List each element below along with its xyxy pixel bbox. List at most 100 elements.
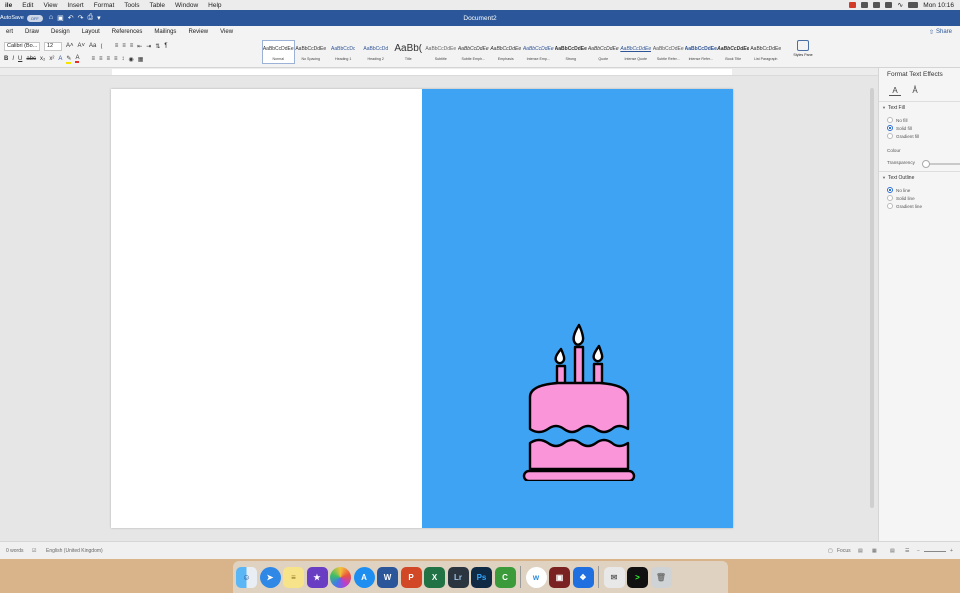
battery-icon[interactable] — [908, 2, 919, 8]
web-layout-view-icon[interactable]: ▦ — [872, 548, 877, 554]
camera-icon[interactable] — [861, 2, 869, 8]
fill-option-solid-fill[interactable]: Solid fill — [887, 125, 912, 131]
clear-formatting-icon[interactable]: ⟨ — [100, 43, 102, 50]
excel-icon[interactable]: X — [424, 566, 445, 588]
style-list-paragraph[interactable]: AaBbCcDdEe List Paragraph — [750, 40, 783, 64]
multilevel-list-icon[interactable]: ≡ — [130, 43, 134, 49]
line-spacing-icon[interactable]: ↕ — [122, 56, 125, 62]
language-indicator[interactable]: English (United Kingdom) — [46, 548, 103, 554]
tab-insert[interactable]: ert — [0, 29, 19, 35]
grow-font-icon[interactable]: A˄ — [66, 43, 74, 49]
powerpoint-icon[interactable]: P — [400, 566, 422, 588]
increase-indent-icon[interactable]: ⇥ — [146, 43, 151, 50]
radio-no-line[interactable] — [887, 187, 893, 193]
zoom-slider[interactable] — [924, 551, 946, 552]
tab-view[interactable]: View — [214, 29, 239, 35]
menu-view[interactable]: View — [38, 2, 62, 9]
radio-solid-fill[interactable] — [887, 125, 893, 131]
wifi-icon[interactable]: ∿ — [897, 1, 903, 9]
tab-references[interactable]: References — [106, 29, 149, 35]
styles-pane-button[interactable]: Styles Pane — [791, 40, 815, 66]
mail-doc-icon[interactable]: ✉ — [603, 566, 625, 588]
italic-icon[interactable]: I — [12, 56, 14, 62]
wunderlist-icon[interactable]: w — [525, 566, 547, 588]
display-icon[interactable] — [873, 2, 881, 8]
justify-icon[interactable]: ≡ — [114, 56, 118, 62]
radio-solid-line[interactable] — [887, 195, 893, 201]
terminal-icon[interactable]: > — [627, 566, 648, 588]
photos-icon[interactable] — [330, 566, 351, 588]
focus-icon[interactable]: ▢ — [828, 548, 833, 554]
radio-gradient-line[interactable] — [887, 203, 893, 209]
align-left-icon[interactable]: ≡ — [91, 56, 95, 62]
style-title[interactable]: AaBb(Title — [392, 40, 425, 64]
safari-icon[interactable]: ➤ — [259, 566, 281, 588]
align-center-icon[interactable]: ≡ — [99, 56, 103, 62]
fill-option-no-fill[interactable]: No fill — [887, 117, 908, 123]
sort-icon[interactable]: ⇅ — [155, 43, 160, 50]
style-book-title[interactable]: AaBbCcDdEe Book Title — [717, 40, 750, 64]
recording-icon[interactable] — [849, 2, 857, 8]
app-store-icon[interactable]: A — [353, 566, 375, 588]
home-icon[interactable]: ⌂ — [49, 14, 53, 22]
customize-chevron-icon[interactable]: ▾ — [97, 14, 101, 22]
zoom-out-icon[interactable]: − — [917, 548, 920, 554]
transparency-slider-knob[interactable] — [922, 160, 930, 168]
horizontal-ruler[interactable] — [0, 68, 878, 76]
radio-gradient-fill[interactable] — [887, 133, 893, 139]
camtasia-icon[interactable]: C — [494, 566, 516, 588]
outline-view-icon[interactable]: ☰ — [905, 548, 909, 554]
menu-table[interactable]: Table — [144, 2, 170, 9]
trash-icon[interactable]: 🗑 — [650, 566, 672, 588]
menu-tools[interactable]: Tools — [119, 2, 144, 9]
menu-edit[interactable]: Edit — [17, 2, 38, 9]
outline-option-solid-line[interactable]: Solid line — [887, 195, 915, 201]
tab-draw[interactable]: Draw — [19, 29, 45, 35]
style-intense-quote[interactable]: AaBbCcDdEe Intense Quote — [620, 40, 653, 64]
redo-icon[interactable]: ↷ — [78, 14, 84, 22]
outline-option-gradient-line[interactable]: Gradient line — [887, 203, 922, 209]
bold-icon[interactable]: B — [4, 56, 8, 62]
align-right-icon[interactable]: ≡ — [106, 56, 110, 62]
highlight-icon[interactable]: ✎ — [66, 55, 72, 64]
clock[interactable]: Mon 10:16 — [923, 2, 954, 9]
imovie-icon[interactable]: ★ — [306, 566, 328, 588]
style-subtle-emphasis[interactable]: AaBbCcDdEe Subtle Emph... — [457, 40, 490, 64]
vertical-scrollbar[interactable] — [868, 78, 876, 540]
finder-icon[interactable]: ☺ — [236, 566, 257, 588]
print-layout-view-icon[interactable]: ▤ — [858, 548, 863, 554]
tab-design[interactable]: Design — [45, 29, 76, 35]
fill-option-gradient-fill[interactable]: Gradient fill — [887, 133, 919, 139]
text-fill-outline-tab-icon[interactable]: A — [889, 86, 901, 96]
style-quote[interactable]: AaBbCcDdEe Quote — [587, 40, 620, 64]
word-icon[interactable]: W — [377, 566, 398, 588]
style-heading-1[interactable]: AaBbCcDc Heading 1 — [327, 40, 360, 64]
outline-option-no-line[interactable]: No line — [887, 187, 910, 193]
autosave-toggle[interactable]: OFF — [26, 14, 43, 22]
focus-label[interactable]: Focus — [837, 548, 851, 554]
menu-insert[interactable]: Insert — [62, 2, 88, 9]
change-case-button[interactable]: Aa — [89, 43, 96, 49]
text-outline-section-header[interactable]: ▼ Text Outline — [882, 175, 914, 181]
text-fill-section-header[interactable]: ▼ Text Fill — [882, 105, 905, 111]
photoshop-icon[interactable]: Ps — [471, 566, 492, 588]
underline-icon[interactable]: U — [18, 56, 22, 62]
subscript-icon[interactable]: x₂ — [40, 56, 45, 62]
scrollbar-thumb[interactable] — [870, 88, 874, 508]
undo-icon[interactable]: ↶ — [68, 14, 74, 22]
decrease-indent-icon[interactable]: ⇤ — [137, 43, 142, 50]
menu-window[interactable]: Window — [170, 2, 203, 9]
style-strong[interactable]: AaBbCcDdEe Strong — [555, 40, 588, 64]
notes-icon[interactable]: ≡ — [283, 566, 304, 588]
tab-review[interactable]: Review — [182, 29, 214, 35]
font-name-box[interactable]: Calibri (Bo... — [4, 41, 40, 51]
dropbox-icon[interactable]: ❖ — [572, 566, 594, 588]
menu-format[interactable]: Format — [89, 2, 120, 9]
style-no-spacing[interactable]: AaBbCcDdEe No Spacing — [295, 40, 328, 64]
tab-mailings[interactable]: Mailings — [148, 29, 182, 35]
radio-no-fill[interactable] — [887, 117, 893, 123]
shading-icon[interactable]: ◉ — [129, 56, 134, 63]
bluetooth-icon[interactable] — [885, 2, 893, 8]
birthday-cake-image[interactable] — [518, 321, 638, 481]
word-count[interactable]: 0 words — [6, 548, 24, 554]
